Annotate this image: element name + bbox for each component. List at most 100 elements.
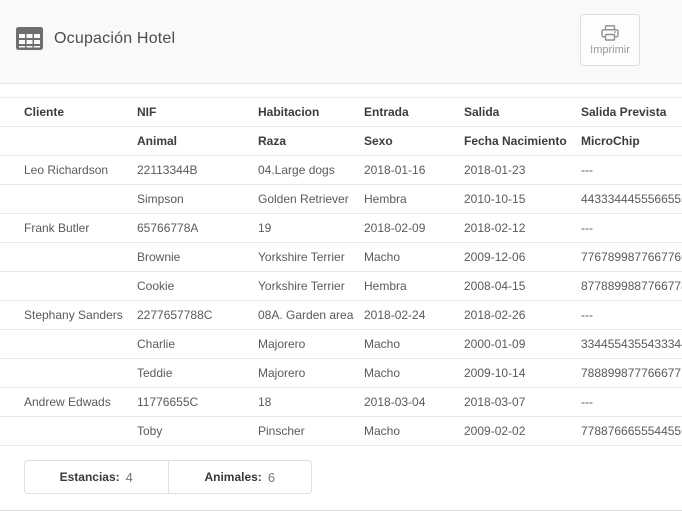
table-cell: 2009-12-06 — [464, 243, 581, 272]
table-cell: --- — [581, 214, 682, 243]
column-subheader: Sexo — [364, 127, 464, 156]
table-cell: --- — [581, 156, 682, 185]
table-cell: 788899877766677 — [581, 359, 682, 388]
table-cell: 2018-01-16 — [364, 156, 464, 185]
animal-name-link[interactable]: Cookie — [137, 272, 258, 301]
table-row: Frank Butler65766778A192018-02-092018-02… — [0, 214, 682, 243]
bottom-divider — [0, 510, 682, 511]
table-cell: Hembra — [364, 272, 464, 301]
table-cell — [0, 185, 137, 214]
table-cell: 2018-01-23 — [464, 156, 581, 185]
column-subheader: Raza — [258, 127, 364, 156]
table-cell: 2018-03-07 — [464, 388, 581, 417]
topbar: Ocupación Hotel Imprimir — [0, 0, 682, 84]
column-header: NIF — [137, 98, 258, 127]
stays-summary: Estancias: 4 — [25, 461, 168, 493]
column-subheader: Animal — [137, 127, 258, 156]
table-cell: Macho — [364, 417, 464, 446]
table-cell: 19 — [258, 214, 364, 243]
table-cell: 65766778A — [137, 214, 258, 243]
animal-name-link[interactable]: Charlie — [137, 330, 258, 359]
column-subheader: MicroChip — [581, 127, 682, 156]
table-cell: 22113344B — [137, 156, 258, 185]
column-subheader — [0, 127, 137, 156]
table-cell: Hembra — [364, 185, 464, 214]
table-cell: 4433344455566555 — [581, 185, 682, 214]
table-cell: 77887666555445566 — [581, 417, 682, 446]
table-cell: 2277657788C — [137, 301, 258, 330]
table-row: CharlieMajoreroMacho2000-01-093344554355… — [0, 330, 682, 359]
table-cell — [0, 359, 137, 388]
table-cell: 2018-02-26 — [464, 301, 581, 330]
animals-label: Animales: — [204, 470, 261, 484]
table-cell: Majorero — [258, 330, 364, 359]
column-header: Habitacion — [258, 98, 364, 127]
occupancy-table: ClienteNIFHabitacionEntradaSalidaSalida … — [0, 97, 682, 446]
stays-label: Estancias: — [60, 470, 120, 484]
table-cell: Macho — [364, 330, 464, 359]
table-icon — [16, 27, 43, 50]
table-cell: 04.Large dogs — [258, 156, 364, 185]
column-header: Entrada — [364, 98, 464, 127]
animal-name-link[interactable]: Brownie — [137, 243, 258, 272]
print-button[interactable]: Imprimir — [580, 14, 640, 66]
table-cell: Yorkshire Terrier — [258, 243, 364, 272]
table-body: Leo Richardson22113344B04.Large dogs2018… — [0, 156, 682, 446]
table-cell: 11776655C — [137, 388, 258, 417]
animal-name-link[interactable]: Teddie — [137, 359, 258, 388]
column-header: Salida Prevista — [581, 98, 682, 127]
table-cell: 2018-02-12 — [464, 214, 581, 243]
table-cell: Macho — [364, 359, 464, 388]
table-row: Andrew Edwads11776655C182018-03-042018-0… — [0, 388, 682, 417]
table-cell: 2000-01-09 — [464, 330, 581, 359]
print-button-label: Imprimir — [590, 44, 630, 56]
table-cell: 77678998776677667 — [581, 243, 682, 272]
column-header: Salida — [464, 98, 581, 127]
table-cell: 2009-10-14 — [464, 359, 581, 388]
column-header-row: ClienteNIFHabitacionEntradaSalidaSalida … — [0, 98, 682, 127]
table-cell: --- — [581, 388, 682, 417]
table-cell — [0, 272, 137, 301]
table-cell: 2008-04-15 — [464, 272, 581, 301]
client-name-link[interactable]: Leo Richardson — [0, 156, 137, 185]
table-cell: 2010-10-15 — [464, 185, 581, 214]
animals-summary: Animales: 6 — [168, 461, 312, 493]
table-cell: 3344554355433344 — [581, 330, 682, 359]
column-subheader: Fecha Nacimiento — [464, 127, 581, 156]
hotel-occupancy-page: Ocupación Hotel Imprimir ClienteNIFHabit… — [0, 0, 682, 518]
brand: Ocupación Hotel — [16, 27, 175, 50]
client-name-link[interactable]: Stephany Sanders — [0, 301, 137, 330]
table-cell: 2018-03-04 — [364, 388, 464, 417]
table-cell: 87788998877667788 — [581, 272, 682, 301]
page-title: Ocupación Hotel — [54, 30, 175, 48]
table-row: CookieYorkshire TerrierHembra2008-04-158… — [0, 272, 682, 301]
stays-value: 4 — [126, 470, 133, 485]
table-row: SimpsonGolden RetrieverHembra2010-10-154… — [0, 185, 682, 214]
table-row: BrownieYorkshire TerrierMacho2009-12-067… — [0, 243, 682, 272]
column-header: Cliente — [0, 98, 137, 127]
animal-name-link[interactable]: Simpson — [137, 185, 258, 214]
table-row: Leo Richardson22113344B04.Large dogs2018… — [0, 156, 682, 185]
table-cell: Macho — [364, 243, 464, 272]
table-cell — [0, 243, 137, 272]
animals-value: 6 — [268, 470, 275, 485]
column-subheader-row: AnimalRazaSexoFecha NacimientoMicroChip — [0, 127, 682, 156]
table-cell — [0, 330, 137, 359]
printer-icon — [601, 25, 619, 41]
client-name-link[interactable]: Andrew Edwads — [0, 388, 137, 417]
animal-name-link[interactable]: Toby — [137, 417, 258, 446]
table-cell: Majorero — [258, 359, 364, 388]
table-cell: 2018-02-09 — [364, 214, 464, 243]
table-cell: Golden Retriever — [258, 185, 364, 214]
table-cell: 08A. Garden area — [258, 301, 364, 330]
table-cell — [0, 417, 137, 446]
table-cell: Yorkshire Terrier — [258, 272, 364, 301]
table-cell: 2009-02-02 — [464, 417, 581, 446]
table-cell: --- — [581, 301, 682, 330]
table-cell: 2018-02-24 — [364, 301, 464, 330]
summary-bar: Estancias: 4 Animales: 6 — [24, 460, 312, 494]
table-row: TeddieMajoreroMacho2009-10-1478889987776… — [0, 359, 682, 388]
table-cell: 18 — [258, 388, 364, 417]
client-name-link[interactable]: Frank Butler — [0, 214, 137, 243]
table-row: TobyPinscherMacho2009-02-027788766655544… — [0, 417, 682, 446]
